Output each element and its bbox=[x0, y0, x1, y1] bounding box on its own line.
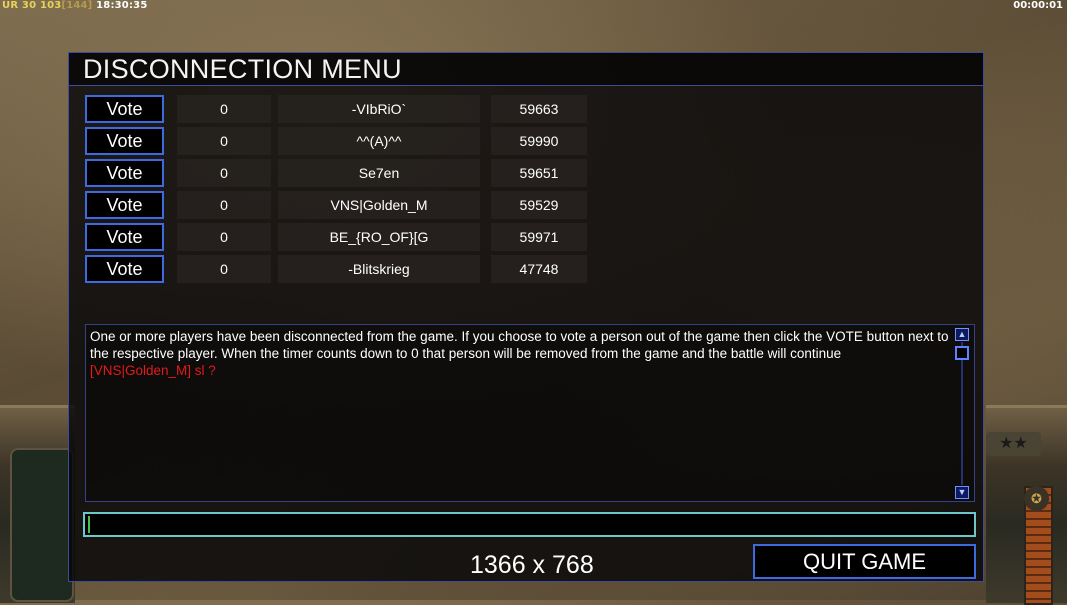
chat-input[interactable] bbox=[83, 512, 976, 537]
console-right-panel: ★★ ✪ bbox=[986, 405, 1067, 605]
vote-count: 0 bbox=[177, 255, 271, 283]
player-name: -Blitskrieg bbox=[278, 255, 480, 283]
clock-time: 18:30:35 bbox=[96, 0, 148, 11]
ur-label: UR bbox=[2, 0, 19, 11]
arrow-up-icon[interactable]: ▲ bbox=[955, 328, 969, 341]
player-id: 59971 bbox=[491, 223, 587, 251]
disconnection-dialog: DISCONNECTION MENU Vote 0 -VIbRiO` 59663… bbox=[68, 52, 984, 582]
vote-count: 0 bbox=[177, 127, 271, 155]
system-message: One or more players have been disconnect… bbox=[90, 329, 949, 361]
dialog-title-bar: DISCONNECTION MENU bbox=[69, 53, 983, 86]
game-timer: 00:00:01 bbox=[1013, 0, 1063, 11]
vote-button[interactable]: Vote bbox=[85, 127, 164, 155]
vote-button[interactable]: Vote bbox=[85, 255, 164, 283]
ping-value: [144] bbox=[61, 0, 93, 11]
chat-message: [VNS|Golden_M] sl ? bbox=[90, 363, 216, 378]
player-id: 59529 bbox=[491, 191, 587, 219]
arrow-down-icon[interactable]: ▼ bbox=[955, 486, 969, 499]
player-name: Se7en bbox=[278, 159, 480, 187]
scroll-thumb[interactable] bbox=[955, 346, 969, 360]
player-id: 59651 bbox=[491, 159, 587, 187]
text-caret bbox=[88, 516, 90, 533]
dialog-title: DISCONNECTION MENU bbox=[83, 54, 402, 84]
player-id: 59990 bbox=[491, 127, 587, 155]
resolution-label: 1366 x 768 bbox=[470, 551, 594, 579]
player-name: ^^(A)^^ bbox=[278, 127, 480, 155]
player-id: 59663 bbox=[491, 95, 587, 123]
rank-stars-icon: ★★ bbox=[986, 432, 1041, 456]
vote-count: 0 bbox=[177, 223, 271, 251]
vote-button[interactable]: Vote bbox=[85, 159, 164, 187]
score-value: 103 bbox=[39, 0, 62, 11]
ur-value: 30 bbox=[21, 0, 37, 11]
general-badge-icon: ✪ bbox=[1024, 486, 1049, 511]
vote-count: 0 bbox=[177, 95, 271, 123]
vote-button[interactable]: Vote bbox=[85, 191, 164, 219]
player-name: BE_{RO_OF}[G bbox=[278, 223, 480, 251]
player-id: 47748 bbox=[491, 255, 587, 283]
hud-status: UR 30 103[144] 18:30:35 bbox=[2, 0, 147, 11]
vote-count: 0 bbox=[177, 191, 271, 219]
quit-game-button[interactable]: QUIT GAME bbox=[753, 544, 976, 579]
console-left-panel bbox=[0, 405, 75, 603]
radar-screen bbox=[10, 448, 74, 602]
vote-button[interactable]: Vote bbox=[85, 95, 164, 123]
vote-count: 0 bbox=[177, 159, 271, 187]
message-text: One or more players have been disconnect… bbox=[90, 328, 952, 379]
scroll-track[interactable] bbox=[961, 342, 963, 485]
vote-button[interactable]: Vote bbox=[85, 223, 164, 251]
player-name: -VIbRiO` bbox=[278, 95, 480, 123]
player-name: VNS|Golden_M bbox=[278, 191, 480, 219]
message-log[interactable]: One or more players have been disconnect… bbox=[85, 324, 975, 502]
message-scrollbar[interactable]: ▲ ▼ bbox=[955, 327, 971, 499]
